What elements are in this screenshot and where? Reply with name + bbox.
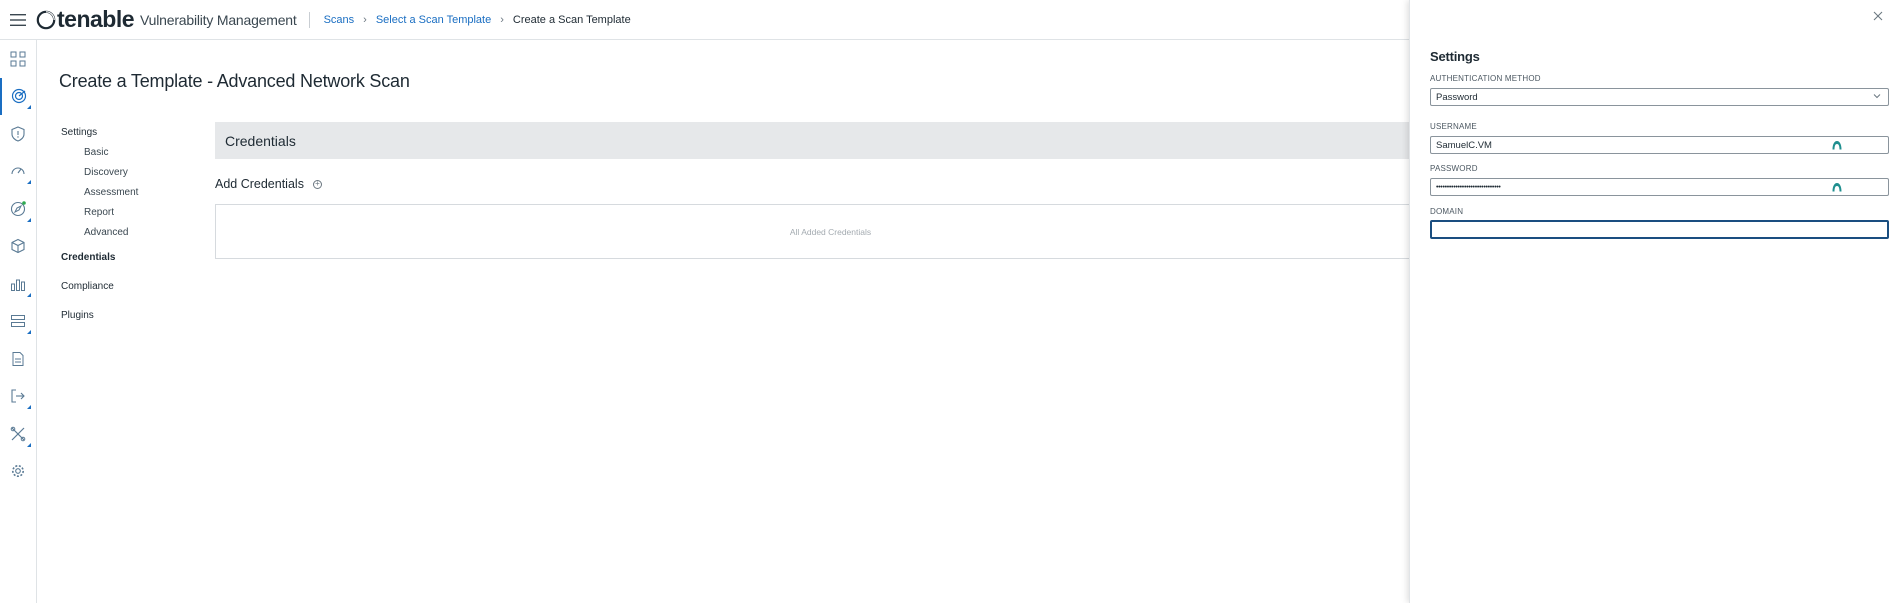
template-section-menu: Settings Basic Discovery Assessment Repo…: [61, 122, 201, 325]
nav-settings[interactable]: [0, 453, 36, 491]
menu-compliance[interactable]: Compliance: [61, 276, 201, 296]
hamburger-menu-icon[interactable]: [0, 0, 36, 40]
auth-method-value: Password: [1436, 91, 1478, 103]
breadcrumb-chevron-icon: ›: [363, 13, 367, 26]
export-icon: [11, 389, 25, 403]
nav-exports[interactable]: [0, 378, 36, 416]
nav-gauge[interactable]: [0, 153, 36, 191]
empty-credentials-text: All Added Credentials: [789, 226, 872, 237]
username-label: USERNAME: [1430, 122, 1477, 131]
menu-report[interactable]: Report: [61, 202, 201, 222]
nav-scans[interactable]: [0, 77, 36, 115]
password-label: PASSWORD: [1430, 164, 1478, 173]
nav-analytics[interactable]: [0, 265, 36, 303]
drawer-title: Settings: [1430, 49, 1480, 64]
auth-method-label: AUTHENTICATION METHOD: [1430, 74, 1541, 83]
breadcrumb-scans[interactable]: Scans: [324, 14, 355, 26]
logo-word: tenable: [57, 6, 135, 32]
auth-method-select[interactable]: Password: [1430, 88, 1889, 106]
main-content: Create a Template - Advanced Network Sca…: [37, 40, 1446, 603]
nav-reports[interactable]: [0, 340, 36, 378]
top-bar: tenable Vulnerability Management Scans ›…: [0, 0, 1409, 40]
list-icon: [11, 315, 25, 328]
settings-gear-icon: [12, 465, 24, 478]
nav-expand-marker: [27, 217, 31, 222]
gauge-icon: [11, 167, 25, 175]
scans-radar-icon: [11, 89, 27, 104]
breadcrumb: Scans › Select a Scan Template › Create …: [324, 14, 631, 26]
breadcrumb-chevron-icon: ›: [500, 13, 504, 26]
report-icon: [12, 351, 24, 366]
tenable-logo[interactable]: tenable Vulnerability Management: [36, 6, 297, 33]
settings-drawer: Settings AUTHENTICATION METHOD Password …: [1409, 0, 1902, 603]
close-icon[interactable]: [1872, 10, 1884, 22]
left-nav-rail: [0, 40, 37, 603]
add-credentials[interactable]: Add Credentials +: [215, 177, 322, 191]
menu-settings[interactable]: Settings: [61, 122, 201, 142]
shield-icon: [11, 126, 25, 142]
analytics-icon: [11, 279, 25, 291]
menu-assessment[interactable]: Assessment: [61, 182, 201, 202]
breadcrumb-select-template[interactable]: Select a Scan Template: [376, 14, 491, 26]
breadcrumb-current: Create a Scan Template: [512, 13, 631, 26]
product-name: Vulnerability Management: [140, 11, 297, 28]
nav-expand-marker: [27, 292, 31, 297]
topbar-divider: [308, 11, 310, 28]
credentials-section-header: Credentials: [215, 122, 1446, 159]
nav-exposure[interactable]: [0, 115, 36, 153]
menu-basic[interactable]: Basic: [61, 142, 201, 162]
nav-expand-marker: [27, 442, 31, 447]
menu-discovery[interactable]: Discovery: [61, 162, 201, 182]
nav-expand-marker: [27, 180, 31, 184]
added-credentials-box: All Added Credentials: [215, 204, 1446, 259]
chevron-down-icon: [1873, 94, 1881, 99]
domain-input[interactable]: [1430, 220, 1889, 239]
username-value: SamuelC.VM: [1436, 139, 1492, 151]
tenable-logo-mark-icon: [36, 10, 56, 29]
nav-explore[interactable]: [0, 190, 36, 228]
tools-icon: [10, 426, 26, 442]
nav-assets[interactable]: [0, 228, 36, 266]
add-credentials-label: Add Credentials: [215, 177, 304, 191]
page-title: Create a Template - Advanced Network Sca…: [59, 71, 410, 91]
password-value: ••••••••••••••••••••••••••••••: [1436, 183, 1501, 191]
domain-label: DOMAIN: [1430, 207, 1464, 216]
menu-credentials[interactable]: Credentials: [61, 247, 201, 267]
menu-plugins[interactable]: Plugins: [61, 305, 201, 325]
add-circle-icon[interactable]: +: [312, 179, 322, 189]
password-manager-icon[interactable]: [1831, 181, 1843, 193]
username-input[interactable]: SamuelC.VM: [1430, 136, 1889, 154]
compass-icon: [10, 200, 26, 216]
nav-dashboard[interactable]: [0, 40, 36, 78]
password-manager-icon[interactable]: [1831, 139, 1843, 151]
dashboard-icon: [10, 51, 26, 67]
nav-expand-marker: [27, 105, 31, 109]
cube-icon: [11, 239, 25, 254]
password-input[interactable]: ••••••••••••••••••••••••••••••: [1430, 178, 1889, 196]
nav-expand-marker: [27, 405, 31, 409]
nav-tools[interactable]: [0, 415, 36, 453]
nav-lists[interactable]: [0, 303, 36, 341]
menu-advanced[interactable]: Advanced: [61, 222, 201, 242]
nav-expand-marker: [27, 330, 31, 334]
